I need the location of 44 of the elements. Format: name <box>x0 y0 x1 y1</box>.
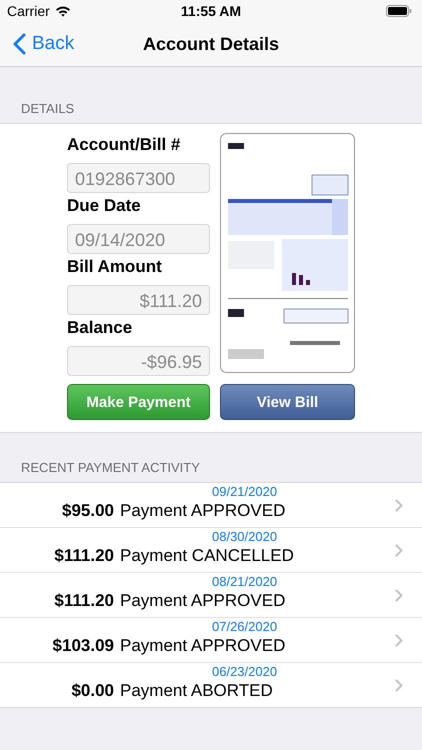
field-label: Account/Bill # <box>67 135 182 156</box>
clock-time: 11:55 AM <box>180 3 242 19</box>
payment-row[interactable]: $0.00 Payment ABORTED 06/23/2020 <box>0 663 422 707</box>
chevron-right-icon <box>395 499 403 512</box>
back-button[interactable]: Back <box>0 33 74 55</box>
input-field[interactable]: -$96.95 <box>67 346 210 376</box>
payment-date: 08/30/2020 <box>212 529 278 544</box>
chevron-left-icon <box>13 33 26 55</box>
section-header: DETAILS <box>20 100 76 118</box>
payment-row[interactable]: $103.09 Payment APPROVED 07/26/2020 <box>0 618 422 663</box>
input-field[interactable]: 09/14/2020 <box>67 224 210 254</box>
payment-status: Payment APPROVED <box>120 591 286 611</box>
payment-date: 09/21/2020 <box>212 484 278 499</box>
payment-button[interactable]: Make Payment <box>67 384 210 420</box>
screen-title: Account Details <box>142 34 280 54</box>
payment-amount: $111.20 <box>53 591 114 611</box>
field-label: Bill Amount <box>67 257 163 278</box>
battery-icon <box>386 5 412 17</box>
input-field[interactable]: 0192867300 <box>67 163 210 193</box>
chevron-right-icon <box>395 544 403 557</box>
view-bill-button[interactable]: View Bill <box>220 384 355 420</box>
payment-amount: $95.00 <box>61 501 114 521</box>
chevron-right-icon <box>395 589 403 602</box>
payment-amount: $103.09 <box>52 636 114 656</box>
payment-amount: $0.00 <box>70 681 114 701</box>
payment-status: Payment APPROVED <box>120 501 286 521</box>
payment-row[interactable]: $111.20 Payment CANCELLED 08/30/2020 <box>0 528 422 573</box>
payment-row[interactable]: $111.20 Payment APPROVED 08/21/2020 <box>0 573 422 618</box>
payment-date: 08/21/2020 <box>212 574 278 589</box>
carrier-label: Carrier <box>7 3 50 19</box>
payment-status: Payment APPROVED <box>120 636 286 656</box>
payment-status: Payment CANCELLED <box>120 546 294 566</box>
payment-date: 06/23/2020 <box>212 664 278 679</box>
chevron-right-icon <box>395 679 403 692</box>
input-field[interactable]: $111.20 <box>67 285 210 315</box>
payment-date: 07/26/2020 <box>212 619 278 634</box>
wifi-icon <box>54 5 71 17</box>
field-label: Balance <box>67 318 134 339</box>
chevron-right-icon <box>395 634 403 647</box>
payment-amount: $111.20 <box>53 546 114 566</box>
payment-status: Payment ABORTED <box>120 681 273 701</box>
section-header: RECENT PAYMENT ACTIVITY <box>20 459 201 477</box>
payment-row[interactable]: $95.00 Payment APPROVED 09/21/2020 <box>0 483 422 528</box>
field-label: Due Date <box>67 196 142 217</box>
